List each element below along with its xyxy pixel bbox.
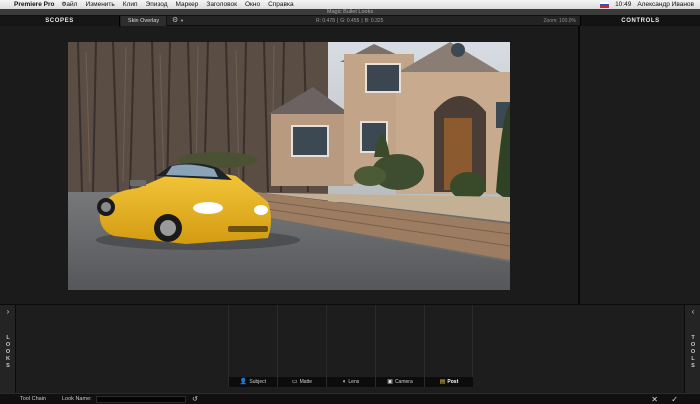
menu-marker[interactable]: Маркер xyxy=(176,0,199,9)
looks-letter-l: L xyxy=(6,335,10,341)
preview-viewer xyxy=(0,26,578,304)
step-post-label[interactable]: ▤ Post xyxy=(425,377,473,387)
step-camera-text: Camera xyxy=(394,379,413,385)
rgb-readout: R: 0.478 | G: 0.455 | B: 0.325 xyxy=(316,18,384,24)
gear-icon[interactable]: ⚙ xyxy=(172,16,178,26)
looks-letter-s: S xyxy=(6,363,10,369)
looks-letter-o2: O xyxy=(5,349,11,355)
zoom-readout[interactable]: Zoom: 100.0% xyxy=(520,16,576,26)
step-matte-label[interactable]: ▭ Matte xyxy=(278,377,326,387)
skin-overlay-button[interactable]: Skin Overlay xyxy=(121,16,167,26)
tools-letter-s: S xyxy=(691,363,695,369)
looks-letter-o1: O xyxy=(5,342,11,348)
camera-icon: ▣ xyxy=(387,379,393,385)
app-menu[interactable]: Premiere Pro xyxy=(14,0,54,9)
menu-file[interactable]: Файл xyxy=(61,0,77,9)
step-camera-label[interactable]: ▣ Camera xyxy=(376,377,424,387)
blue-value: B: 0.325 xyxy=(364,18,384,24)
tool-chain-label[interactable]: Tool Chain xyxy=(20,394,46,404)
menu-clip[interactable]: Клип xyxy=(123,0,138,9)
checkmark-icon[interactable]: ✓ xyxy=(671,394,678,404)
controls-panel xyxy=(578,26,700,304)
chevron-right-icon[interactable]: › xyxy=(0,307,16,316)
step-lens-text: Lens xyxy=(348,379,360,385)
menu-sequence[interactable]: Эпизод xyxy=(146,0,168,9)
step-subject-text: Subject xyxy=(249,379,267,385)
menubar-clock[interactable]: 10:49 xyxy=(615,0,631,9)
tool-chain-steps: 👤 Subject ▭ Matte ◐ Lens ▣ Camera ▤ Post xyxy=(228,305,474,387)
menu-edit[interactable]: Изменить xyxy=(85,0,114,9)
subject-icon: 👤 xyxy=(239,379,248,385)
status-bar: Tool Chain Look Name: ↺ ✕ ✓ xyxy=(0,393,700,404)
step-matte[interactable]: ▭ Matte xyxy=(277,305,326,387)
step-lens[interactable]: ◐ Lens xyxy=(326,305,375,387)
tool-chain-area: › L O O K S 👤 Subject ▭ Matte ◐ Lens ▣ C… xyxy=(0,304,700,394)
tools-letter-o2: O xyxy=(690,349,696,355)
window-title: Magic Bullet Looks xyxy=(326,9,374,15)
look-name-input[interactable] xyxy=(96,396,186,403)
chevron-down-icon[interactable]: ▼ xyxy=(180,16,184,26)
menu-help[interactable]: Справка xyxy=(268,0,294,9)
looks-letter-k: K xyxy=(6,356,10,362)
post-icon: ▤ xyxy=(439,379,446,385)
tools-letter-o1: O xyxy=(690,342,696,348)
chevron-left-icon[interactable]: ‹ xyxy=(685,307,700,316)
window-title-bar: Magic Bullet Looks xyxy=(0,9,700,16)
undo-icon[interactable]: ↺ xyxy=(192,394,198,404)
top-toolbar: SCOPES Skin Overlay ⚙ ▼ R: 0.478 | G: 0.… xyxy=(0,16,700,26)
menu-title[interactable]: Заголовок xyxy=(206,0,237,9)
step-post-text: Post xyxy=(447,379,459,385)
green-value: G: 0.455 xyxy=(340,18,360,24)
tools-tab-label: T O O L S xyxy=(685,335,700,370)
menubar-user[interactable]: Александр Иванов xyxy=(637,0,694,9)
step-camera[interactable]: ▣ Camera xyxy=(375,305,424,387)
step-lens-label[interactable]: ◐ Lens xyxy=(327,377,375,387)
preview-photo-drawing xyxy=(68,42,510,290)
menubar-status-area: 10:49 Александр Иванов xyxy=(600,0,694,9)
tools-letter-l: L xyxy=(691,356,695,362)
looks-tab-label: L O O K S xyxy=(0,335,16,370)
system-menu-bar: Premiere Pro Файл Изменить Клип Эпизод М… xyxy=(0,0,700,9)
preview-image[interactable] xyxy=(68,42,510,290)
step-post[interactable]: ▤ Post xyxy=(424,305,473,387)
step-matte-text: Matte xyxy=(299,379,313,385)
tools-drawer-tab[interactable]: ‹ T O O L S xyxy=(684,305,700,394)
lens-icon: ◐ xyxy=(342,379,347,385)
menu-window[interactable]: Окно xyxy=(245,0,260,9)
cancel-icon[interactable]: ✕ xyxy=(651,394,658,404)
look-name-label: Look Name: xyxy=(62,396,92,402)
step-subject-label[interactable]: 👤 Subject xyxy=(229,377,277,387)
input-language-icon[interactable] xyxy=(600,1,610,8)
looks-drawer-tab[interactable]: › L O O K S xyxy=(0,305,16,394)
red-value: R: 0.478 xyxy=(316,18,335,24)
tools-letter-t: T xyxy=(691,335,695,341)
step-subject[interactable]: 👤 Subject xyxy=(228,305,277,387)
controls-tab[interactable]: CONTROLS xyxy=(580,16,700,26)
matte-icon: ▭ xyxy=(291,379,298,385)
scopes-tab[interactable]: SCOPES xyxy=(0,16,120,26)
